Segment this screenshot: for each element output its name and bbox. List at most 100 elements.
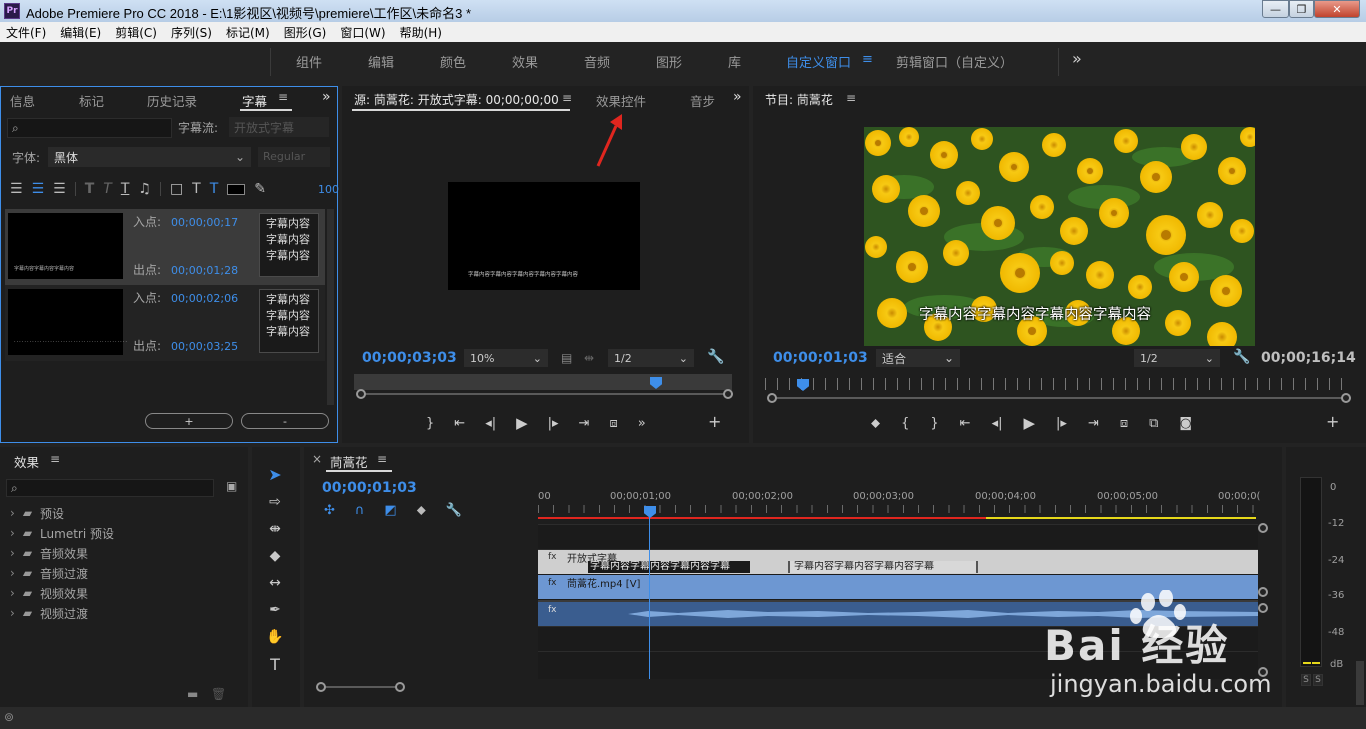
edge-color-icon[interactable]: T: [210, 181, 219, 197]
more-icon[interactable]: »: [638, 416, 646, 431]
tab-markers[interactable]: 标记: [79, 91, 104, 110]
effects-tree-item[interactable]: › ▰ 视频效果: [6, 583, 242, 603]
program-timecode[interactable]: 00;00;01;03: [773, 350, 868, 366]
vertical-scroll-handle[interactable]: [1258, 587, 1268, 597]
timeline-title[interactable]: 茼蒿花: [330, 452, 368, 471]
wrench-icon[interactable]: 🔧: [707, 349, 724, 365]
opacity-value[interactable]: 100: [318, 183, 339, 196]
background-color-icon[interactable]: □: [170, 181, 183, 197]
caption-text-box[interactable]: 字幕内容 字幕内容 字幕内容: [259, 213, 319, 277]
step-back-icon[interactable]: ◂|: [485, 416, 496, 431]
menu-marker[interactable]: 标记(M): [226, 24, 270, 41]
menu-sequence[interactable]: 序列(S): [171, 24, 212, 41]
program-time-ruler[interactable]: [765, 378, 1351, 390]
timeline-zoom-bar[interactable]: [322, 686, 402, 688]
effects-tree-item[interactable]: › ▰ Lumetri 预设: [6, 523, 242, 543]
source-timecode[interactable]: 00;00;03;03: [362, 350, 457, 366]
type-tool-icon[interactable]: T: [266, 655, 284, 674]
close-button[interactable]: ✕: [1314, 0, 1360, 18]
panel-menu-icon[interactable]: ≡: [562, 91, 572, 105]
font-style-select[interactable]: Regular: [258, 147, 330, 167]
maximize-button[interactable]: ❐: [1289, 0, 1314, 18]
trash-icon[interactable]: 🗑: [211, 687, 226, 701]
source-monitor-title[interactable]: 源: 茼蒿花: 开放式字幕: 00;00;00;00: [354, 91, 559, 108]
panel-menu-icon[interactable]: ≡: [846, 91, 856, 105]
zoom-handle-right[interactable]: [723, 389, 733, 399]
caption-text-box[interactable]: 字幕内容 字幕内容 字幕内容: [259, 289, 319, 353]
caption-out-time[interactable]: 00;00;01;28: [171, 264, 238, 277]
color-swatch[interactable]: [227, 183, 246, 195]
source-zoom-bar[interactable]: [359, 393, 733, 395]
music-note-icon[interactable]: ♫: [138, 181, 151, 197]
caption-clip[interactable]: 字幕内容字幕内容字幕内容字幕: [588, 561, 750, 573]
pen-tool-icon[interactable]: ✒: [266, 601, 284, 619]
panel-menu-icon[interactable]: ≡: [278, 90, 288, 104]
caption-stream-select[interactable]: 开放式字幕: [229, 117, 329, 137]
workspace-clip-custom[interactable]: 剪辑窗口（自定义）: [896, 52, 1013, 71]
add-marker-icon[interactable]: ⬥: [417, 503, 426, 518]
safe-margins-icon[interactable]: ▤: [561, 351, 572, 365]
tab-effect-controls[interactable]: 效果控件: [596, 91, 646, 110]
zoom-handle-left[interactable]: [767, 393, 777, 403]
wrench-icon[interactable]: 🔧: [1233, 349, 1250, 365]
add-marker-icon[interactable]: ⬥: [871, 416, 880, 431]
step-forward-icon[interactable]: |▸: [1056, 416, 1067, 431]
bold-icon[interactable]: T: [85, 181, 95, 197]
vertical-scroll-handle[interactable]: [1258, 667, 1268, 677]
caption-in-time[interactable]: 00;00;02;06: [171, 292, 238, 305]
workspace-menu-icon[interactable]: ≡: [862, 52, 873, 67]
workspace-editing[interactable]: 编辑: [368, 52, 394, 71]
program-resolution-select[interactable]: 1/2 ⌄: [1134, 349, 1220, 367]
add-button-icon[interactable]: +: [708, 412, 721, 431]
new-folder-icon[interactable]: ▬: [187, 687, 198, 701]
audio-clip[interactable]: fx: [538, 602, 1258, 626]
zoom-handle-left[interactable]: [316, 682, 326, 692]
effects-tree-item[interactable]: › ▰ 视频过渡: [6, 603, 242, 623]
underline-icon[interactable]: T: [121, 181, 130, 197]
work-area-bar-yellow[interactable]: [986, 517, 1256, 519]
tab-captions[interactable]: 字幕: [242, 91, 267, 110]
new-bin-icon[interactable]: ▣: [226, 479, 237, 493]
close-tab-icon[interactable]: ×: [312, 452, 322, 466]
effects-tree-item[interactable]: › ▰ 音频效果: [6, 543, 242, 563]
workspace-assembly[interactable]: 组件: [296, 52, 322, 71]
panel-menu-icon[interactable]: ≡: [377, 452, 387, 466]
snap-magnet-icon[interactable]: ∩: [355, 503, 365, 518]
solo-right-button[interactable]: S: [1313, 674, 1323, 686]
workspace-more-icon[interactable]: »: [1072, 49, 1082, 68]
mark-out-icon[interactable]: }: [930, 416, 938, 431]
wrench-icon[interactable]: 🔧: [446, 503, 462, 518]
workspace-audio[interactable]: 音频: [584, 52, 610, 71]
program-monitor-title[interactable]: 节目: 茼蒿花: [765, 91, 833, 108]
source-zoom-select[interactable]: 10% ⌄: [464, 349, 548, 367]
menu-edit[interactable]: 编辑(E): [60, 24, 101, 41]
go-to-in-icon[interactable]: ⇤: [454, 416, 465, 431]
video-clip[interactable]: fx 茼蒿花.mp4 [V]: [538, 575, 1258, 599]
menu-clip[interactable]: 剪辑(C): [115, 24, 157, 41]
effects-tree-item[interactable]: › ▰ 音频过渡: [6, 563, 242, 583]
step-back-icon[interactable]: ◂|: [992, 416, 1003, 431]
vertical-scroll-handle[interactable]: [1258, 523, 1268, 533]
align-left-icon[interactable]: ☰: [10, 181, 23, 197]
meter-scrollbar[interactable]: [1356, 661, 1364, 705]
play-icon[interactable]: ▶: [1023, 414, 1035, 432]
selection-tool-icon[interactable]: ➤: [266, 465, 284, 484]
tab-audio[interactable]: 音步: [690, 91, 715, 110]
go-to-out-icon[interactable]: ⇥: [579, 416, 590, 431]
workspace-effects[interactable]: 效果: [512, 52, 538, 71]
menu-help[interactable]: 帮助(H): [400, 24, 442, 41]
workspace-color[interactable]: 颜色: [440, 52, 466, 71]
razor-tool-icon[interactable]: ◆: [266, 547, 284, 565]
drag-icon[interactable]: ⇹: [584, 351, 594, 365]
add-caption-button[interactable]: +: [145, 413, 233, 429]
caption-list-scrollbar[interactable]: [327, 209, 334, 405]
remove-caption-button[interactable]: -: [241, 413, 329, 429]
go-to-in-icon[interactable]: ⇤: [960, 416, 971, 431]
timeline-timecode[interactable]: 00;00;01;03: [322, 480, 417, 496]
panel-more-icon[interactable]: »: [322, 89, 331, 105]
workspace-libraries[interactable]: 库: [728, 52, 741, 71]
nest-icon[interactable]: ✣: [324, 503, 335, 518]
extract-icon[interactable]: ⧉: [1149, 416, 1158, 431]
align-center-icon[interactable]: ☰: [32, 181, 45, 197]
menu-window[interactable]: 窗口(W): [340, 24, 385, 41]
